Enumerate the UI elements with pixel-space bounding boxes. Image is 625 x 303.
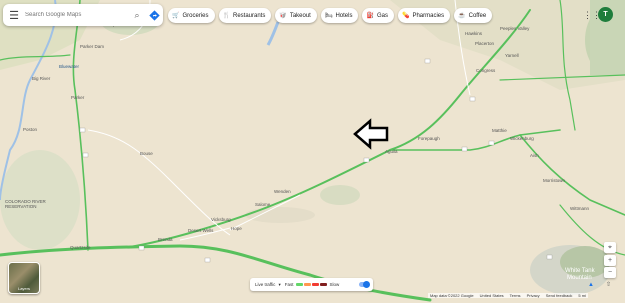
traffic-legend: Live traffic ▾ Fast Slow	[250, 278, 373, 291]
traffic-toggle[interactable]	[359, 281, 370, 288]
avatar[interactable]: T	[598, 7, 613, 22]
map-footer: Map data ©2022 Google United States Term…	[428, 293, 588, 298]
chip-label: Hotels	[335, 12, 353, 19]
gas-icon: ⛽	[366, 13, 374, 19]
chip-takeout[interactable]: 🥡 Takeout	[275, 8, 317, 23]
svg-text:Aish: Aish	[530, 153, 539, 158]
traffic-fast-label: Fast	[284, 282, 294, 287]
svg-text:White Tank: White Tank	[565, 268, 596, 274]
menu-icon[interactable]: ☰	[3, 9, 25, 22]
svg-text:Desert Wells: Desert Wells	[188, 228, 214, 233]
svg-text:Morristown: Morristown	[543, 178, 566, 183]
hotel-icon: 🛏	[324, 13, 333, 19]
region-link[interactable]: United States	[480, 293, 504, 298]
takeout-icon: 🥡	[279, 13, 287, 19]
chip-restaurants[interactable]: 🍴 Restaurants	[218, 8, 272, 23]
coffee-icon: ☕	[458, 13, 466, 19]
svg-text:Salome: Salome	[255, 202, 271, 207]
chip-groceries[interactable]: 🛒 Groceries	[168, 8, 215, 23]
traffic-slow-label: Slow	[329, 282, 340, 287]
map-canvas[interactable]: Parker Strip Parker Dam Bluewater Big Ri…	[0, 0, 625, 303]
svg-text:RESERVATION: RESERVATION	[5, 204, 37, 209]
send-feedback-link[interactable]: Send feedback	[546, 293, 573, 298]
svg-text:Parker: Parker	[71, 95, 85, 100]
pharmacy-icon: 💊	[401, 13, 410, 19]
svg-text:Matthie: Matthie	[492, 128, 507, 133]
svg-text:Brenda: Brenda	[158, 237, 173, 242]
svg-text:Mountain: Mountain	[567, 275, 592, 281]
chip-hotels[interactable]: 🛏 Hotels	[320, 8, 359, 23]
chip-label: Restaurants	[232, 12, 266, 19]
svg-text:Vicksburg: Vicksburg	[211, 217, 231, 222]
chip-coffee[interactable]: ☕ Coffee	[454, 8, 493, 23]
svg-text:Parker Dam: Parker Dam	[80, 44, 104, 49]
svg-text:Yarnell: Yarnell	[505, 53, 519, 58]
svg-text:Wittmann: Wittmann	[570, 206, 590, 211]
svg-text:Forepaugh: Forepaugh	[418, 136, 440, 141]
search-icon[interactable]: ⌕	[129, 10, 145, 21]
traffic-fast-segment	[295, 283, 303, 286]
crosshair-icon: ⌖	[608, 244, 612, 251]
chip-pharmacies[interactable]: 💊 Pharmacies	[397, 8, 451, 23]
directions-icon[interactable]	[145, 6, 163, 24]
svg-text:Wenden: Wenden	[274, 189, 291, 194]
svg-text:Aguila: Aguila	[385, 149, 398, 154]
scale-label[interactable]: 5 mi	[578, 293, 586, 298]
map-attribution: Map data ©2022 Google	[430, 293, 474, 298]
chevron-down-icon[interactable]: ▾	[278, 282, 280, 288]
svg-text:Hope: Hope	[231, 226, 242, 231]
layers-label: Layers	[17, 286, 30, 291]
chip-label: Gas	[376, 12, 388, 19]
search-box[interactable]: ☰ ⌕	[3, 4, 163, 26]
svg-text:Wickenburg: Wickenburg	[510, 136, 534, 141]
svg-text:Bouse: Bouse	[140, 151, 153, 156]
svg-text:Peeples Valley: Peeples Valley	[500, 26, 530, 31]
zoom-in-button[interactable]: +	[604, 255, 616, 266]
traffic-stopped-segment	[319, 283, 327, 286]
traffic-slow-segment	[311, 283, 319, 286]
layers-button[interactable]: Layers	[8, 262, 40, 294]
privacy-link[interactable]: Privacy	[527, 293, 540, 298]
pegman-icon[interactable]: ▲	[588, 282, 594, 288]
terms-link[interactable]: Terms	[510, 293, 521, 298]
traffic-label[interactable]: Live traffic	[255, 282, 275, 287]
svg-text:Hawkins: Hawkins	[465, 31, 483, 36]
chip-label: Pharmacies	[412, 12, 445, 19]
svg-text:Congress: Congress	[476, 68, 496, 73]
svg-text:Poston: Poston	[23, 127, 38, 132]
chip-label: Takeout	[289, 12, 311, 19]
search-input[interactable]	[25, 12, 129, 18]
category-chips: 🛒 Groceries 🍴 Restaurants 🥡 Takeout 🛏 Hotels…	[168, 8, 493, 23]
svg-text:Big River: Big River	[32, 76, 51, 81]
chip-label: Groceries	[182, 12, 209, 19]
traffic-medium-segment	[303, 283, 311, 286]
svg-text:Placerton: Placerton	[475, 41, 495, 46]
shopping-cart-icon: 🛒	[172, 13, 180, 19]
svg-text:Bluewater: Bluewater	[59, 64, 80, 69]
chip-gas[interactable]: ⛽ Gas	[362, 8, 394, 23]
chip-label: Coffee	[468, 12, 487, 19]
restaurant-icon: 🍴	[222, 13, 230, 19]
my-location-button[interactable]: ⌖	[604, 242, 616, 253]
zoom-out-button[interactable]: −	[604, 267, 616, 278]
svg-text:Quartzsite: Quartzsite	[70, 245, 91, 250]
compass-icon[interactable]: ⇧	[606, 281, 611, 288]
